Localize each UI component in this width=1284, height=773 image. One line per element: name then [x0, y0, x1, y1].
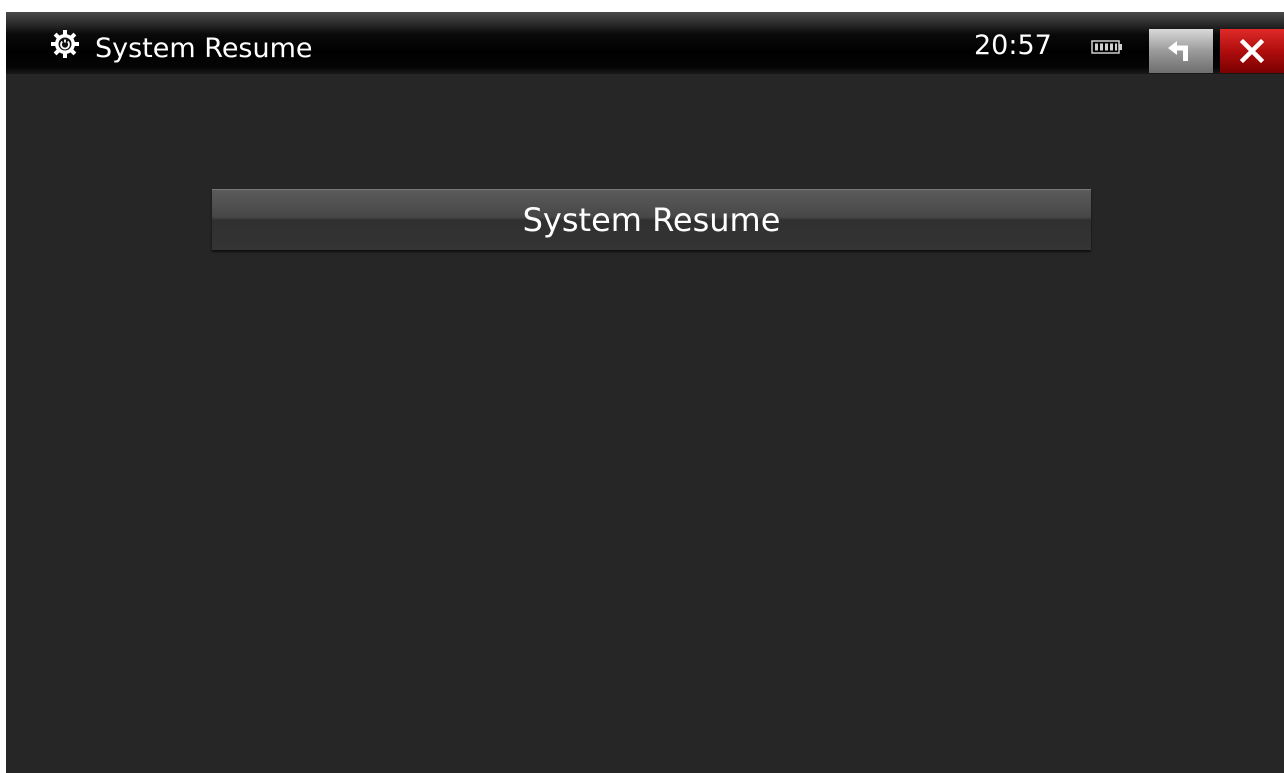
system-resume-button-label: System Resume	[522, 201, 781, 239]
page-title: System Resume	[95, 33, 313, 64]
clock: 20:57	[974, 30, 1052, 61]
back-button[interactable]	[1149, 29, 1213, 73]
system-resume-button[interactable]: System Resume	[212, 189, 1091, 250]
settings-gear-icon	[51, 30, 79, 58]
close-icon	[1239, 38, 1265, 64]
title-bar: System Resume 20:57	[6, 12, 1284, 74]
screen: System Resume 20:57 System Resume	[6, 12, 1284, 773]
battery-icon	[1091, 40, 1122, 54]
close-button[interactable]	[1220, 29, 1284, 73]
back-arrow-icon	[1168, 41, 1188, 61]
